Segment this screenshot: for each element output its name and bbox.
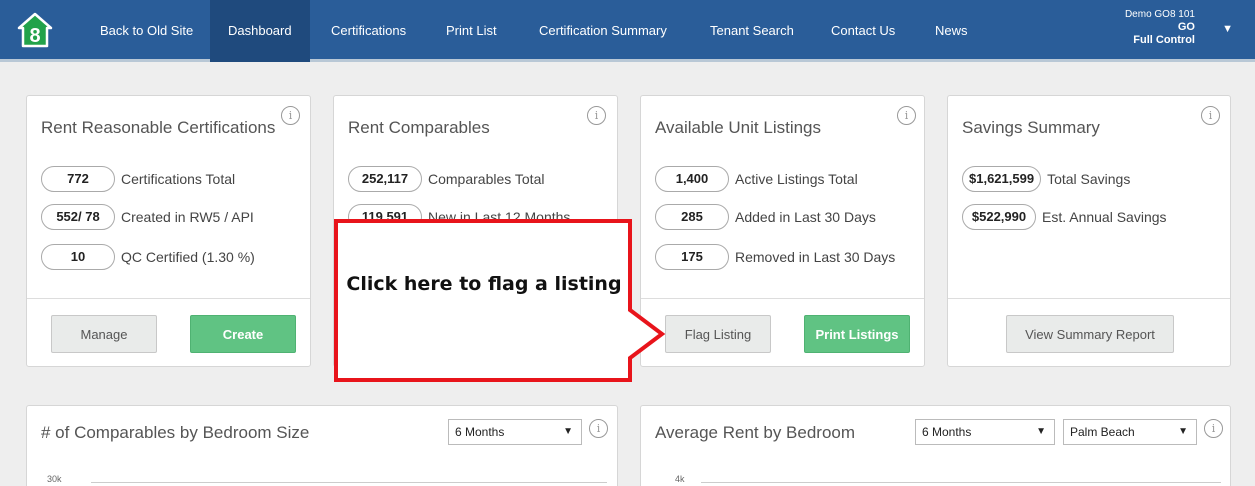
period-select[interactable]: 6 Months ▼ — [448, 419, 582, 445]
nav-print-list[interactable]: Print List — [428, 0, 515, 62]
callout-text: Click here to flag a listing — [346, 273, 622, 295]
available-unit-listings-card: Available Unit Listings i 1,400 Active Li… — [640, 95, 925, 367]
info-icon[interactable]: i — [587, 106, 606, 125]
stat-label: Comparables Total — [428, 171, 545, 187]
card-title: Rent Reasonable Certifications — [41, 118, 276, 137]
stat-value: $1,621,599 — [962, 166, 1042, 192]
stat-row: $1,621,599 Total Savings — [962, 166, 1130, 192]
nav-tenant-search[interactable]: Tenant Search — [692, 0, 812, 62]
stat-label: Total Savings — [1047, 171, 1131, 187]
flag-listing-button[interactable]: Flag Listing — [665, 315, 771, 353]
stat-row: 119,591 New in Last 12 Months — [348, 204, 570, 230]
stat-label: QC Certified (1.30 %) — [121, 249, 255, 265]
stat-label: Active Listings Total — [735, 171, 858, 187]
rent-reasonable-card: Rent Reasonable Certifications i 772 Cert… — [26, 95, 311, 367]
stat-value: 175 — [655, 244, 729, 270]
card-divider — [334, 298, 617, 299]
stat-row: 552/ 78 Created in RW5 / API — [41, 204, 254, 230]
info-icon[interactable]: i — [897, 106, 916, 125]
chevron-down-icon: ▼ — [563, 426, 573, 437]
info-icon[interactable]: i — [1204, 419, 1223, 438]
stat-row: 175 Removed in Last 30 Days — [655, 244, 895, 270]
info-icon[interactable]: i — [281, 106, 300, 125]
savings-summary-card: Savings Summary i $1,621,599 Total Saving… — [947, 95, 1231, 367]
home-logo-icon[interactable]: 8 — [16, 11, 54, 49]
stat-value: 119,591 — [348, 204, 422, 230]
nav-certification-summary[interactable]: Certification Summary — [521, 0, 685, 62]
stat-row: $522,990 Est. Annual Savings — [962, 204, 1167, 230]
stat-label: Created in RW5 / API — [121, 209, 254, 225]
stat-row: 1,400 Active Listings Total — [655, 166, 858, 192]
info-icon[interactable]: i — [1201, 106, 1220, 125]
period-select-value: 6 Months — [922, 425, 972, 439]
top-navigation: 8 Back to Old Site Dashboard Certificati… — [0, 0, 1255, 62]
y-axis-tick-label: 4k — [675, 474, 685, 484]
chart-title: # of Comparables by Bedroom Size — [41, 423, 310, 442]
print-listings-button[interactable]: Print Listings — [804, 315, 910, 353]
stat-label: Removed in Last 30 Days — [735, 249, 896, 265]
nav-certifications[interactable]: Certifications — [313, 0, 424, 62]
avg-rent-by-bedroom-chart-card: Average Rent by Bedroom 6 Months ▼ Palm … — [640, 405, 1231, 486]
view-summary-report-button[interactable]: View Summary Report — [1006, 315, 1174, 353]
card-divider — [948, 298, 1230, 299]
period-select-value: 6 Months — [455, 425, 505, 439]
stat-row: 285 Added in Last 30 Days — [655, 204, 876, 230]
card-title: Savings Summary — [962, 118, 1100, 137]
nav-dashboard[interactable]: Dashboard — [210, 0, 310, 62]
manage-button[interactable]: Manage — [51, 315, 157, 353]
period-select[interactable]: 6 Months ▼ — [915, 419, 1055, 445]
chart-grid-line — [701, 482, 1221, 483]
chart-grid-line — [91, 482, 607, 483]
card-title: Rent Comparables — [348, 118, 490, 137]
nav-contact-us[interactable]: Contact Us — [813, 0, 913, 62]
region-select-value: Palm Beach — [1070, 425, 1135, 439]
chevron-down-icon: ▼ — [1036, 426, 1046, 437]
user-role: Full Control — [1133, 34, 1195, 46]
stat-label: Est. Annual Savings — [1042, 209, 1167, 225]
stat-label: New in Last 12 Months — [428, 209, 571, 225]
user-account: Demo GO8 101 — [1124, 9, 1195, 20]
user-menu-caret-icon[interactable]: ▼ — [1222, 23, 1233, 35]
stat-value: 1,400 — [655, 166, 729, 192]
chevron-down-icon: ▼ — [1178, 426, 1188, 437]
nav-back-to-old-site[interactable]: Back to Old Site — [82, 0, 211, 62]
stat-value: $522,990 — [962, 204, 1036, 230]
user-org: GO — [1177, 21, 1195, 33]
stat-value: 772 — [41, 166, 115, 192]
stat-label: Added in Last 30 Days — [735, 209, 876, 225]
stat-value: 252,117 — [348, 166, 422, 192]
nav-news[interactable]: News — [917, 0, 986, 62]
chart-title: Average Rent by Bedroom — [655, 423, 856, 442]
stat-row: 772 Certifications Total — [41, 166, 235, 192]
region-select[interactable]: Palm Beach ▼ — [1063, 419, 1197, 445]
stat-value: 285 — [655, 204, 729, 230]
comparables-by-bedroom-chart-card: # of Comparables by Bedroom Size 6 Month… — [26, 405, 618, 486]
svg-text:8: 8 — [29, 25, 40, 47]
card-title: Available Unit Listings — [655, 118, 821, 137]
stat-value: 10 — [41, 244, 115, 270]
info-icon[interactable]: i — [589, 419, 608, 438]
card-divider — [27, 298, 310, 299]
y-axis-tick-label: 30k — [47, 474, 62, 484]
stat-row: 252,117 Comparables Total — [348, 166, 544, 192]
rent-comparables-card: Rent Comparables i 252,117 Comparables To… — [333, 95, 618, 367]
stat-label: Certifications Total — [121, 171, 236, 187]
stat-value: 552/ 78 — [41, 204, 115, 230]
card-divider — [641, 298, 924, 299]
stat-row: 10 QC Certified (1.30 %) — [41, 244, 255, 270]
create-button[interactable]: Create — [190, 315, 296, 353]
user-menu[interactable]: Demo GO8 101 GO Full Control — [1125, 8, 1195, 47]
